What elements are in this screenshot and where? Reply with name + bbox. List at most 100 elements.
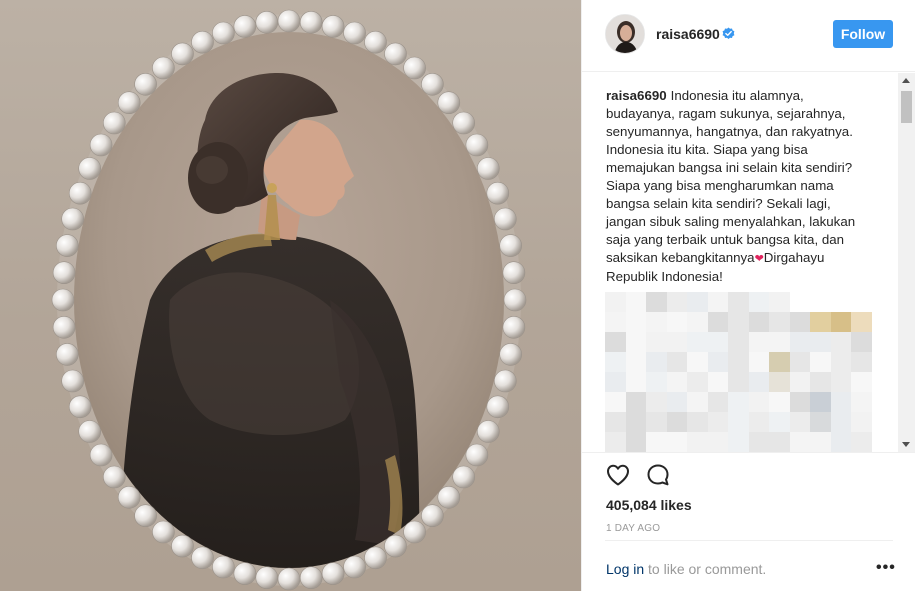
pearl — [384, 42, 407, 66]
pearl — [134, 504, 157, 528]
mosaic-tile — [687, 372, 708, 392]
mosaic-tile — [810, 392, 831, 412]
pearl — [476, 420, 500, 443]
pearl — [486, 395, 510, 419]
login-suffix-text: to like or comment. — [644, 561, 767, 577]
scroll-up-arrow-icon[interactable] — [902, 78, 910, 83]
login-link[interactable]: Log in — [606, 561, 644, 577]
pearl — [403, 56, 426, 80]
mosaic-tile — [810, 412, 831, 432]
mosaic-tile — [666, 312, 688, 332]
mosaic-tile — [769, 352, 790, 372]
pearl — [299, 10, 323, 34]
pearl — [321, 562, 345, 585]
pearl — [61, 369, 84, 393]
mosaic-tile — [789, 332, 811, 352]
mosaic-tile — [687, 352, 708, 372]
footer-divider — [605, 540, 893, 541]
post-photo[interactable] — [0, 0, 581, 591]
pearl — [56, 234, 79, 257]
mosaic-tile — [769, 392, 790, 412]
pearl — [52, 261, 76, 285]
post-timestamp[interactable]: 1 DAY AGO — [606, 523, 660, 534]
mosaic-tile — [625, 292, 647, 312]
caption-username-link[interactable]: raisa6690 — [606, 88, 667, 103]
mosaic-tile — [646, 372, 667, 392]
mosaic-tile — [830, 432, 852, 452]
portrait-image — [51, 9, 527, 591]
pearl — [134, 73, 157, 96]
mosaic-tile — [830, 312, 852, 332]
mosaic-tile — [748, 432, 770, 452]
mosaic-tile — [605, 372, 626, 392]
mosaic-tile — [789, 392, 811, 412]
pearl — [52, 315, 76, 339]
caption-scroll-area[interactable]: raisa6690 Indonesia itu alamnya, budayany… — [582, 73, 915, 452]
mosaic-tile — [666, 392, 688, 412]
mosaic-tile — [810, 312, 831, 332]
pearl — [364, 546, 387, 570]
pearl — [452, 465, 476, 489]
pearl — [499, 343, 523, 366]
likes-count[interactable]: 405,084 likes — [606, 497, 692, 513]
scroll-thumb[interactable] — [901, 91, 912, 123]
pearl — [89, 133, 113, 157]
pearl — [277, 567, 301, 591]
mosaic-tile — [810, 352, 831, 372]
mosaic-tile — [830, 412, 852, 432]
pearl — [212, 21, 235, 45]
mosaic-tile — [728, 292, 749, 312]
mosaic-tile — [748, 292, 770, 312]
caption-scrollbar[interactable] — [898, 73, 915, 452]
pearl — [89, 443, 113, 467]
mosaic-tile — [687, 312, 708, 332]
mosaic-tile — [605, 352, 626, 372]
mosaic-tile — [605, 412, 626, 432]
mosaic-tile — [728, 372, 749, 392]
comment-bubble-icon[interactable] — [645, 462, 671, 488]
mosaic-tile — [707, 352, 729, 372]
pearl — [171, 534, 194, 558]
mosaic-tile — [748, 392, 770, 412]
pearl — [78, 420, 101, 443]
mosaic-tile — [789, 412, 811, 432]
mosaic-tile — [687, 392, 708, 412]
follow-button[interactable]: Follow — [833, 20, 893, 48]
pearl — [502, 315, 526, 339]
pearl — [437, 485, 461, 509]
mosaic-tile — [625, 312, 647, 332]
mosaic-tile — [605, 332, 626, 352]
mosaic-tile — [666, 432, 688, 452]
pearl — [255, 566, 279, 590]
post-caption: raisa6690 Indonesia itu alamnya, budayany… — [606, 87, 872, 286]
mosaic-tile — [810, 332, 831, 352]
mosaic-tile — [789, 352, 811, 372]
mosaic-tile — [810, 372, 831, 392]
pearl — [343, 21, 366, 45]
pearl — [212, 555, 235, 579]
mosaic-tile — [605, 292, 626, 312]
pearl — [299, 566, 323, 590]
mosaic-tile — [646, 412, 667, 432]
mosaic-tile — [666, 332, 688, 352]
mosaic-tile — [625, 332, 647, 352]
heart-outline-icon[interactable] — [605, 462, 631, 488]
more-options-icon[interactable]: ••• — [876, 560, 896, 576]
pearl — [152, 56, 175, 80]
pearl — [61, 207, 84, 231]
mosaic-tile — [707, 372, 729, 392]
pearl — [465, 443, 489, 467]
username-link[interactable]: raisa6690 — [656, 26, 720, 42]
pearl — [421, 73, 444, 96]
mosaic-tile — [605, 312, 626, 332]
mosaic-tile — [769, 292, 790, 312]
mosaic-tile — [769, 372, 790, 392]
login-prompt: Log in to like or comment. — [606, 561, 766, 577]
mosaic-tile — [748, 412, 770, 432]
scroll-down-arrow-icon[interactable] — [902, 442, 910, 447]
mosaic-tile — [728, 312, 749, 332]
pearl — [493, 207, 517, 231]
pearl — [255, 10, 279, 34]
avatar[interactable] — [605, 14, 645, 54]
pearl — [117, 485, 141, 509]
